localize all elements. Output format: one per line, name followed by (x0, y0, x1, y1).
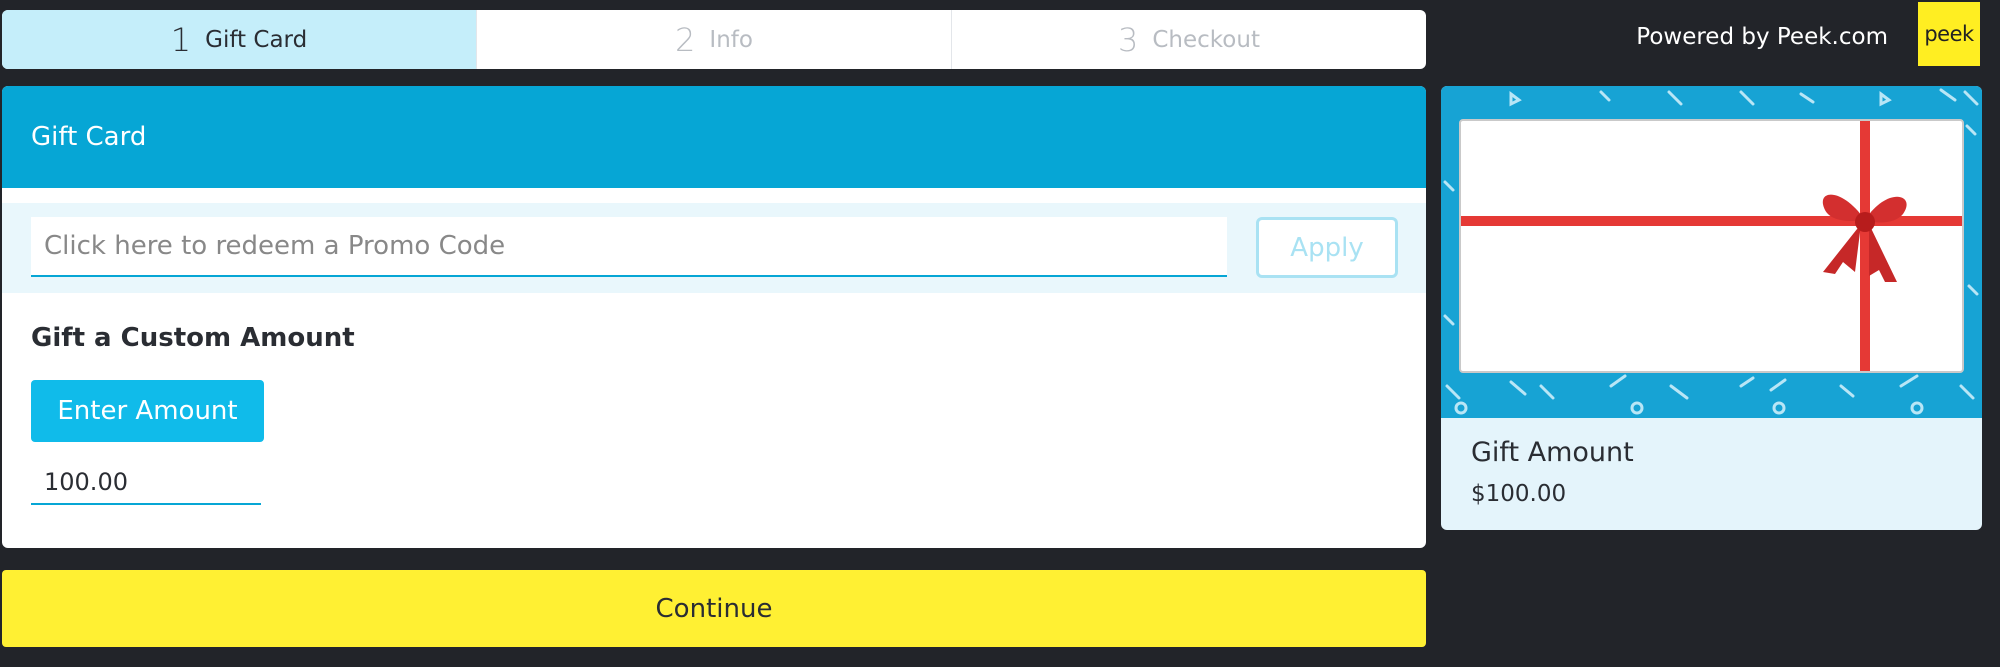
step-info[interactable]: 2 Info (476, 10, 951, 69)
amount-input[interactable]: 100.00 (31, 461, 261, 505)
promo-code-input[interactable]: Click here to redeem a Promo Code (31, 217, 1227, 277)
step-label: Gift Card (205, 26, 308, 53)
continue-button[interactable]: Continue (2, 570, 1426, 647)
step-label: Info (709, 26, 753, 53)
peek-logo[interactable]: peek (1918, 2, 1980, 66)
order-summary: Gift Amount $100.00 (1441, 86, 1982, 530)
enter-amount-button[interactable]: Enter Amount (31, 380, 264, 442)
custom-amount-heading: Gift a Custom Amount (31, 323, 355, 353)
step-gift-card[interactable]: 1 Gift Card (2, 10, 476, 69)
summary-title: Gift Amount (1471, 437, 1634, 468)
step-label: Checkout (1152, 26, 1260, 53)
step-checkout[interactable]: 3 Checkout (951, 10, 1426, 69)
gift-card-image (1441, 86, 1982, 418)
summary-price: $100.00 (1471, 481, 1567, 507)
powered-by-link[interactable]: Powered by Peek.com (1636, 24, 1888, 50)
step-number: 3 (1118, 20, 1139, 59)
checkout-stepper: 1 Gift Card 2 Info 3 Checkout (2, 10, 1426, 69)
promo-section: Click here to redeem a Promo Code Apply (2, 203, 1426, 293)
step-number: 2 (675, 20, 696, 59)
panel-header: Gift Card (2, 86, 1426, 188)
apply-button[interactable]: Apply (1256, 217, 1398, 278)
gift-card-panel: Gift Card Click here to redeem a Promo C… (2, 86, 1426, 548)
step-number: 1 (170, 20, 192, 59)
